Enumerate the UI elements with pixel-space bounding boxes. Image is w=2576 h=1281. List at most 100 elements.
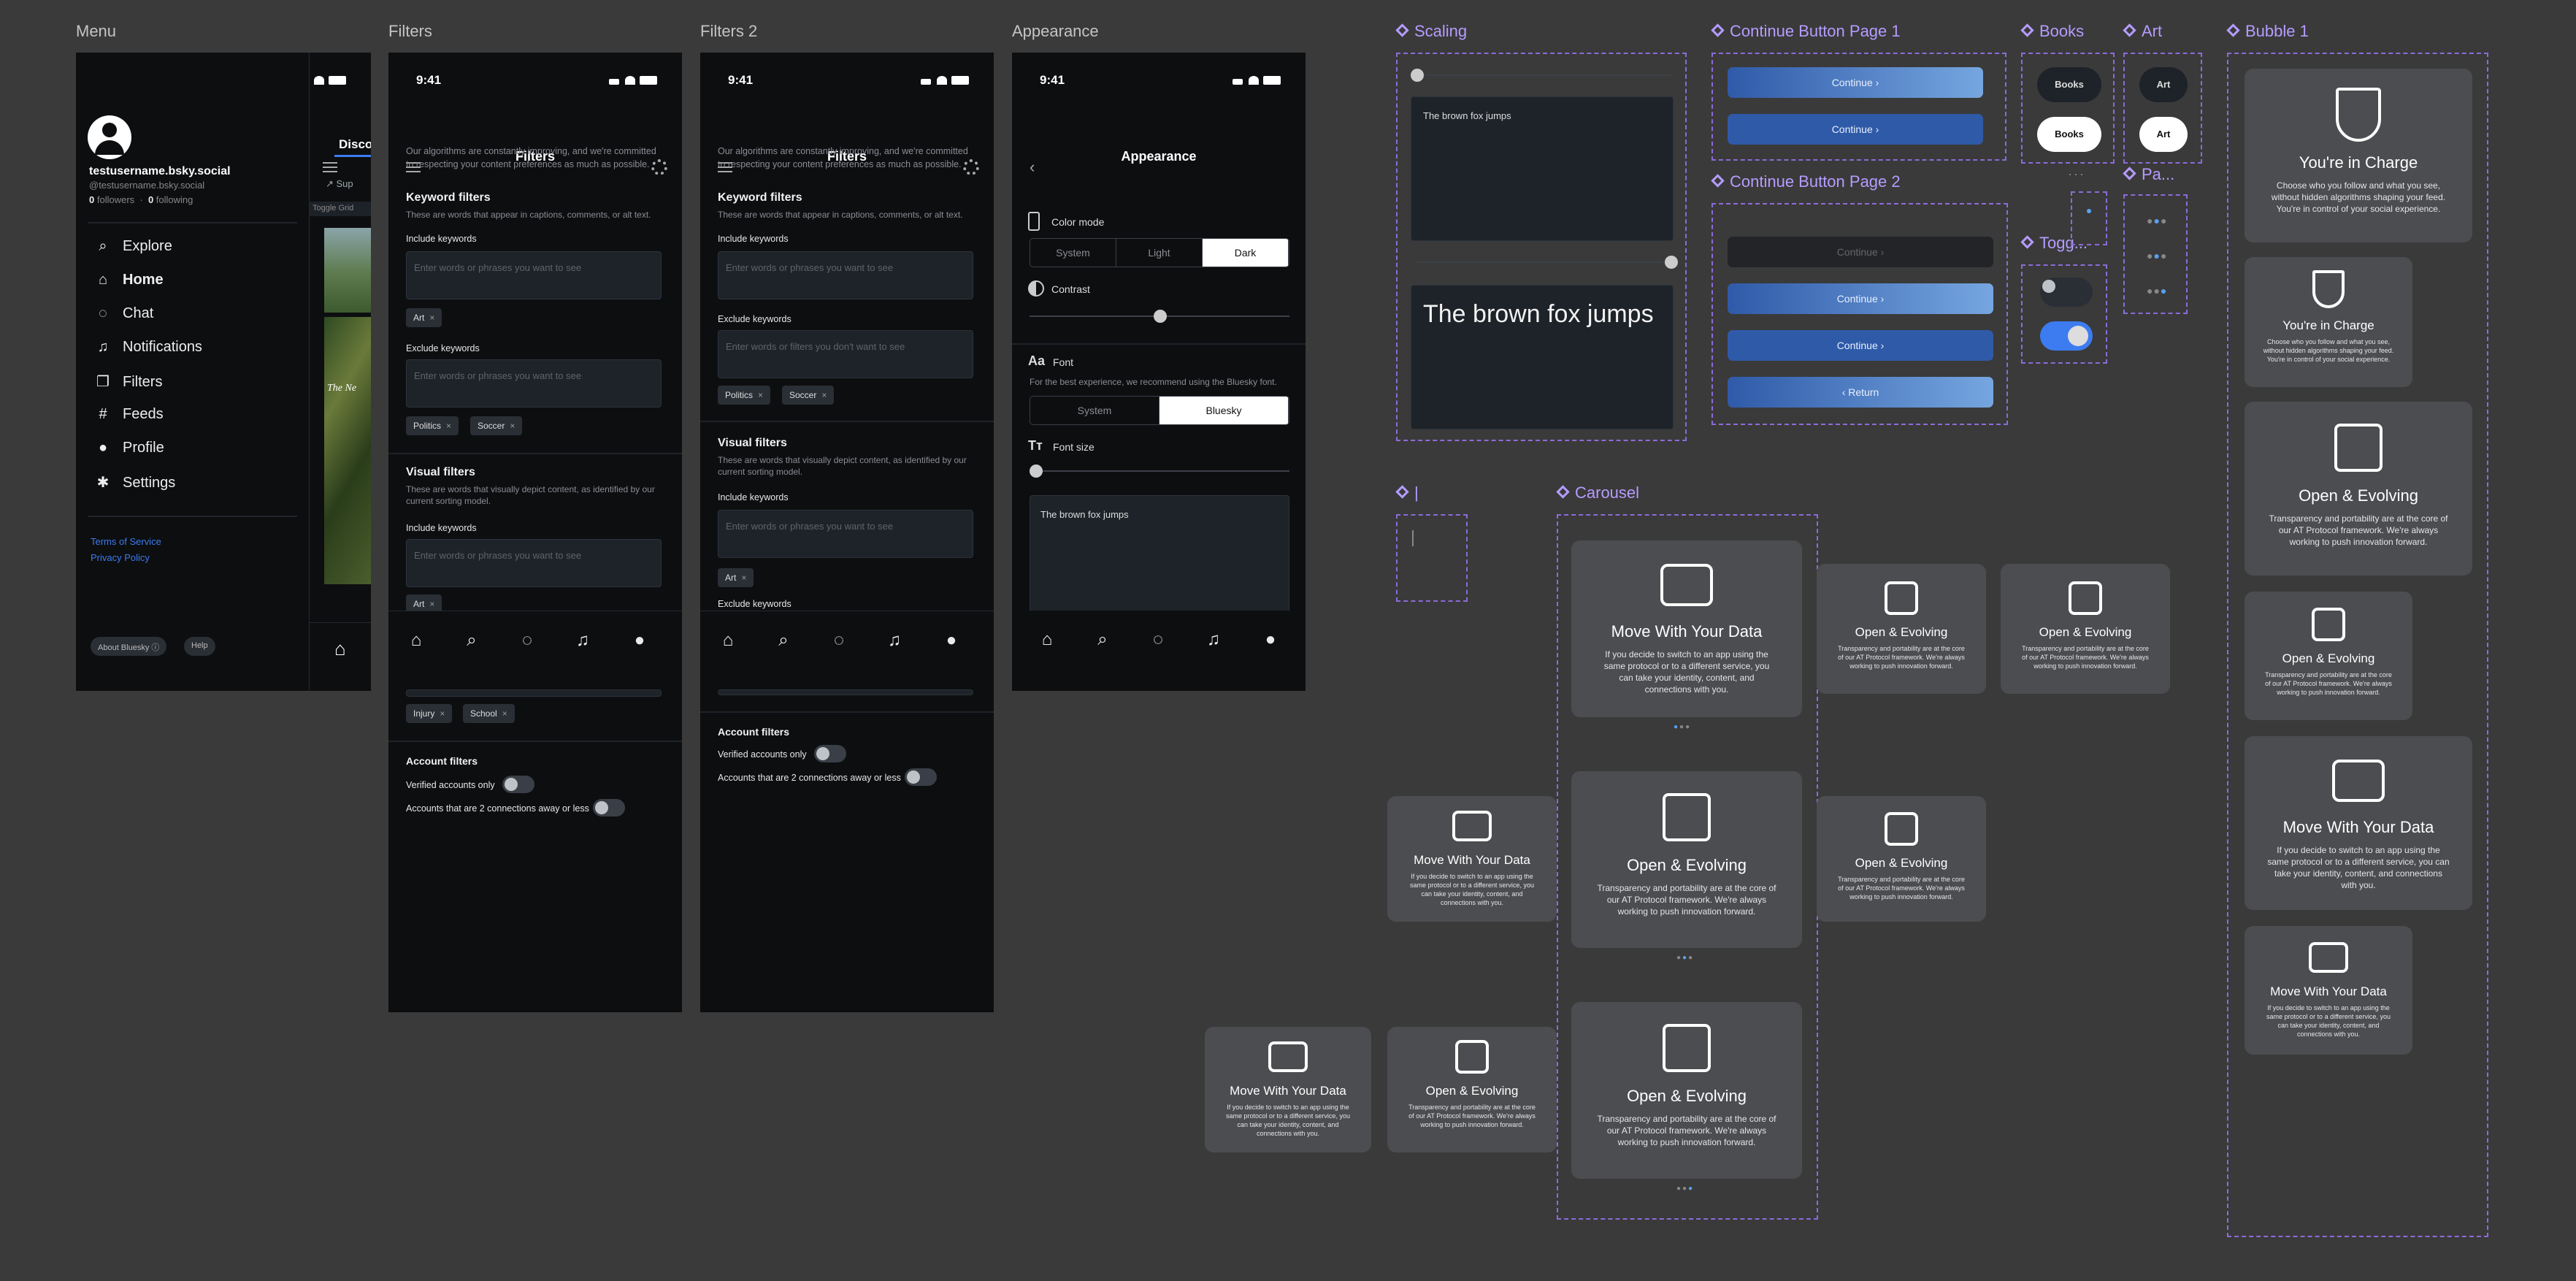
menu-item-filters[interactable]: ❐ Filters xyxy=(92,372,162,391)
card-desc: If you decide to switch to an app using … xyxy=(1226,1104,1350,1137)
home-icon[interactable]: ⌂ xyxy=(334,638,346,660)
toggle-off[interactable] xyxy=(2040,278,2093,307)
menu-item-feeds[interactable]: # Feeds xyxy=(92,406,163,423)
continue-button[interactable]: Continue › xyxy=(1728,330,1993,361)
card-open[interactable]: Open & Evolving Transparency and portabi… xyxy=(1571,771,1802,948)
return-button[interactable]: ‹ Return xyxy=(1728,377,1993,408)
profile-icon[interactable]: ● xyxy=(941,630,962,651)
card-open[interactable]: Open & Evolving Transparency and portabi… xyxy=(2245,402,2472,576)
include-input[interactable]: Enter words or phrases you want to see xyxy=(406,251,662,299)
card-move[interactable]: Move With Your Data If you decide to swi… xyxy=(1387,796,1557,922)
include-input[interactable]: Enter words or phrases you want to see xyxy=(718,251,973,299)
books-pill[interactable]: Books xyxy=(2037,67,2101,102)
chip-school[interactable]: School × xyxy=(463,704,515,723)
scaling-slider[interactable] xyxy=(1411,69,1672,82)
filters-screen: 9:41 Filters Our algorithms are constant… xyxy=(388,53,682,1012)
card-open[interactable]: Open & Evolving Transparency and portabi… xyxy=(1571,1002,1802,1179)
divider xyxy=(388,453,682,454)
chip-soccer[interactable]: Soccer × xyxy=(470,416,523,435)
color-mode-segment[interactable]: System Light Dark xyxy=(1030,238,1289,267)
terms-link[interactable]: Terms of Service xyxy=(91,536,161,547)
toggle-on[interactable] xyxy=(2040,321,2093,351)
search-icon[interactable]: ⌕ xyxy=(461,630,482,651)
menu-item-settings[interactable]: ✱ Settings xyxy=(92,473,176,492)
contrast-slider[interactable] xyxy=(1030,310,1289,323)
menu-item-chat[interactable]: ◌ Chat xyxy=(92,305,153,322)
chat-icon[interactable]: ◌ xyxy=(517,630,537,651)
card-move[interactable]: Move With Your Data If you decide to swi… xyxy=(2245,926,2412,1055)
trend-icon xyxy=(2334,424,2383,472)
card-open[interactable]: Open & Evolving Transparency and portabi… xyxy=(2001,564,2170,694)
search-icon[interactable]: ⌕ xyxy=(1092,630,1113,650)
card-title: You're in Charge xyxy=(2282,318,2374,332)
search-icon[interactable]: ⌕ xyxy=(773,630,794,651)
font-size-slider[interactable] xyxy=(1030,464,1289,478)
art-pill-selected[interactable]: Art xyxy=(2139,117,2188,152)
card-open[interactable]: Open & Evolving Transparency and portabi… xyxy=(2245,592,2412,720)
connections-toggle[interactable] xyxy=(905,768,937,786)
profile-icon[interactable]: ● xyxy=(1260,630,1281,650)
exclude-input[interactable]: Enter words or phrases you want to see xyxy=(406,359,662,408)
art-pill[interactable]: Art xyxy=(2139,67,2188,102)
bell-icon[interactable]: ♫ xyxy=(572,630,593,651)
visual-exclude-input[interactable] xyxy=(718,689,973,695)
books-pill-selected[interactable]: Books xyxy=(2037,117,2101,152)
hamburger-icon[interactable] xyxy=(323,162,337,172)
about-button[interactable]: About Bluesky ⓘ xyxy=(91,637,167,656)
exclude-input[interactable]: Enter words or filters you don't want to… xyxy=(718,330,973,378)
status-bar: 9:41 xyxy=(388,53,682,104)
continue-button[interactable]: Continue › xyxy=(1728,114,1983,145)
home-icon[interactable]: ⌂ xyxy=(718,630,738,651)
card-open[interactable]: Open & Evolving Transparency and portabi… xyxy=(1387,1027,1557,1152)
help-button[interactable]: Help xyxy=(184,637,215,656)
chip-injury[interactable]: Injury × xyxy=(406,704,453,723)
bell-icon[interactable]: ♫ xyxy=(1203,630,1224,650)
card-open[interactable]: Open & Evolving Transparency and portabi… xyxy=(1817,564,1986,694)
chip-art[interactable]: Art × xyxy=(406,308,442,327)
font-segment[interactable]: System Bluesky xyxy=(1030,396,1289,425)
mode-system[interactable]: System xyxy=(1030,239,1116,267)
visual-exclude-input[interactable] xyxy=(406,689,662,697)
status-time: 9:41 xyxy=(1040,73,1065,87)
chip-politics[interactable]: Politics × xyxy=(406,416,459,435)
bell-icon[interactable]: ♫ xyxy=(884,630,905,651)
component-label-cont2: Continue Button Page 2 xyxy=(1711,172,1901,191)
menu-item-explore[interactable]: ⌕ Explore xyxy=(92,238,172,255)
font-bluesky[interactable]: Bluesky xyxy=(1159,397,1289,424)
font-system[interactable]: System xyxy=(1030,397,1159,424)
toggle-grid[interactable]: Toggle Grid xyxy=(310,202,371,216)
continue-button[interactable]: Continue › xyxy=(1728,283,1993,314)
feed-image[interactable] xyxy=(324,228,371,313)
connections-toggle[interactable] xyxy=(593,799,625,817)
chip-politics[interactable]: Politics × xyxy=(718,386,771,405)
mode-dark[interactable]: Dark xyxy=(1203,239,1289,267)
home-icon[interactable]: ⌂ xyxy=(406,630,426,651)
card-move[interactable]: Move With Your Data If you decide to swi… xyxy=(1205,1027,1371,1152)
visual-include-input[interactable]: Enter words or phrases you want to see xyxy=(718,510,973,558)
continue-button[interactable]: Continue › xyxy=(1728,67,1983,98)
card-move[interactable]: Move With Your Data If you decide to swi… xyxy=(1571,540,1802,717)
visual-include-input[interactable]: Enter words or phrases you want to see xyxy=(406,539,662,587)
menu-item-home[interactable]: ⌂ Home xyxy=(92,272,164,288)
tab-discover[interactable]: Disco xyxy=(339,137,371,152)
card-move[interactable]: Move With Your Data If you decide to swi… xyxy=(2245,736,2472,910)
chat-icon[interactable]: ◌ xyxy=(1148,630,1168,650)
scaling-slider[interactable] xyxy=(1415,256,1678,269)
menu-item-profile[interactable]: ● Profile xyxy=(92,440,164,456)
chip-soccer[interactable]: Soccer × xyxy=(782,386,835,405)
privacy-link[interactable]: Privacy Policy xyxy=(91,552,150,563)
menu-item-notifications[interactable]: ♫ Notifications xyxy=(92,339,202,356)
verified-toggle[interactable] xyxy=(814,745,846,762)
mode-light[interactable]: Light xyxy=(1116,239,1203,267)
profile-icon[interactable]: ● xyxy=(629,630,650,651)
continue-button-disabled[interactable]: Continue › xyxy=(1728,237,1993,267)
verified-toggle[interactable] xyxy=(502,776,534,793)
feed-image[interactable]: The Ne xyxy=(324,317,371,584)
card-charge[interactable]: You're in Charge Choose who you follow a… xyxy=(2245,257,2412,387)
home-icon[interactable]: ⌂ xyxy=(1037,630,1057,650)
avatar[interactable] xyxy=(88,115,131,159)
card-charge[interactable]: You're in Charge Choose who you follow a… xyxy=(2245,69,2472,242)
card-open[interactable]: Open & Evolving Transparency and portabi… xyxy=(1817,796,1986,922)
chip-art[interactable]: Art × xyxy=(718,568,754,587)
chat-icon[interactable]: ◌ xyxy=(829,630,849,651)
